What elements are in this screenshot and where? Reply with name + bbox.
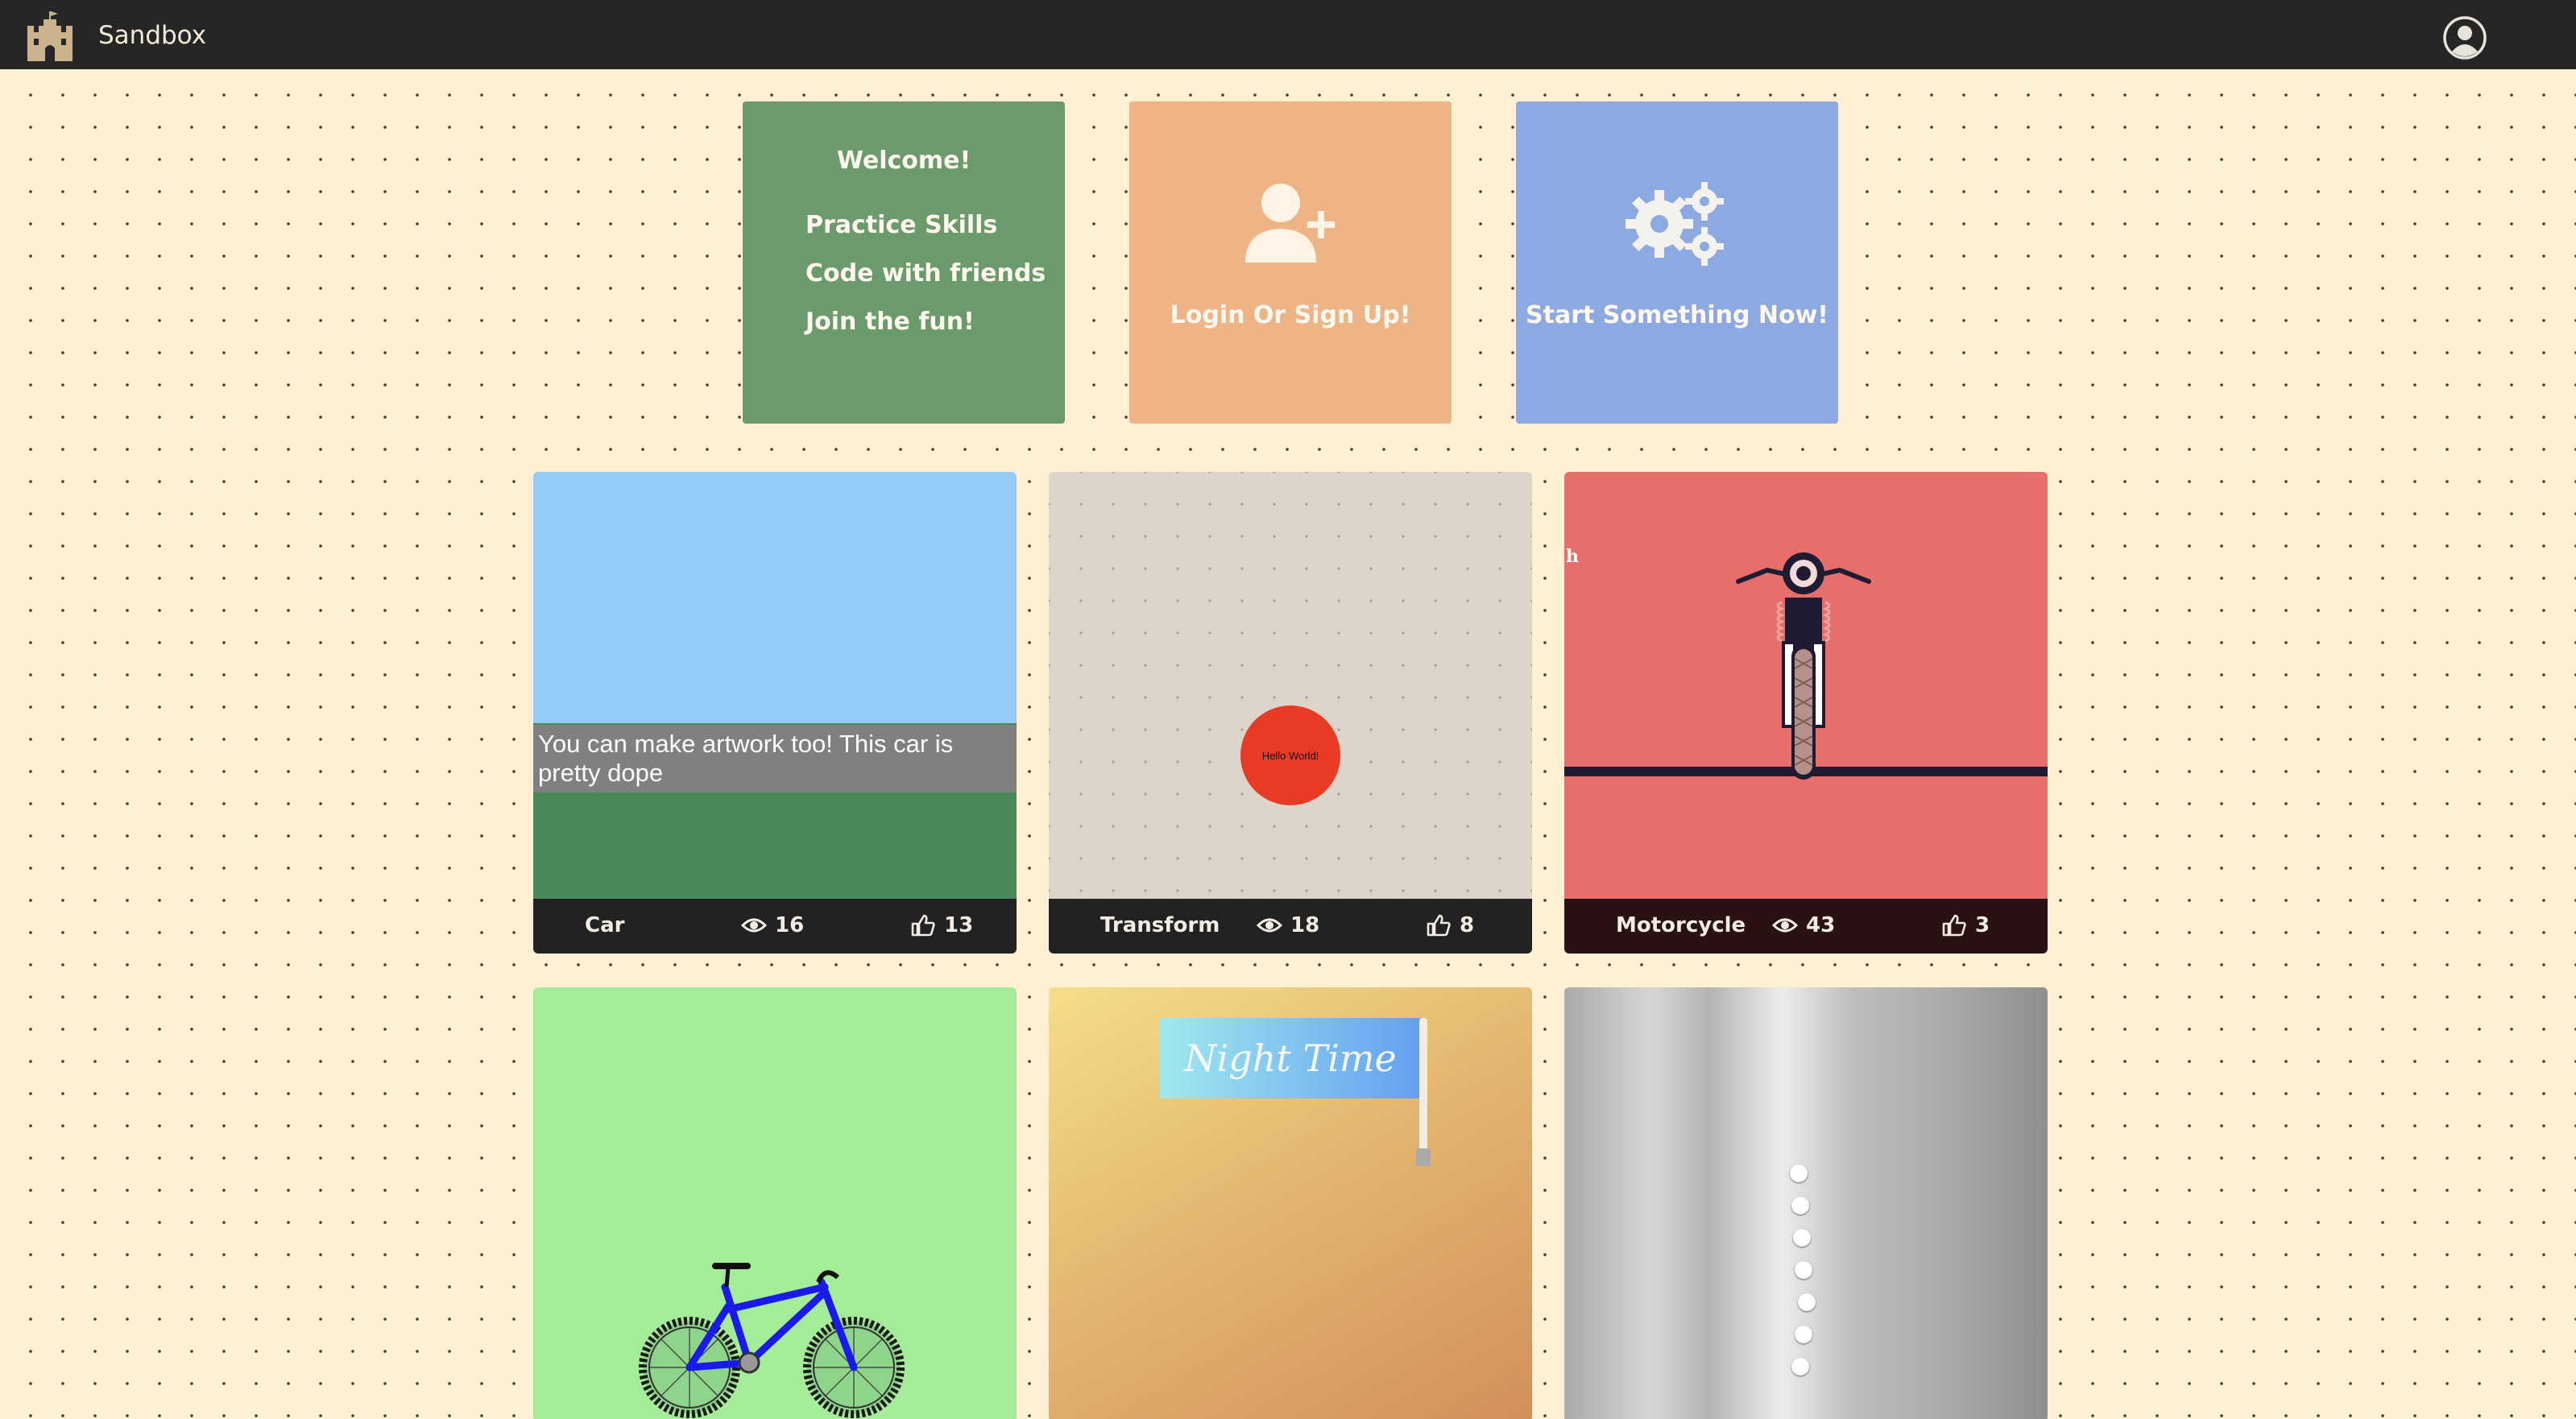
view-count-value: 18 [1290, 913, 1320, 937]
transform-preview: Hello World! [1049, 472, 1532, 899]
welcome-item: Practice Skills [806, 211, 998, 239]
night-time-banner: Night Time [1160, 1018, 1421, 1098]
like-count-value: 13 [944, 913, 974, 937]
banner-pole-tip [1416, 1148, 1431, 1166]
thumbs-up-icon[interactable] [1941, 914, 1967, 937]
card-title[interactable]: Transform [1100, 913, 1220, 937]
project-card-night-time[interactable]: Night Time [1049, 987, 1532, 1419]
project-card-bicycle[interactable] [533, 987, 1017, 1419]
hello-circle: Hello World! [1240, 705, 1340, 805]
view-count: 16 [741, 913, 804, 937]
night-time-banner-text: Night Time [1184, 1036, 1397, 1080]
eye-icon [1257, 918, 1282, 933]
view-count: 43 [1772, 913, 1835, 937]
like-count-value: 3 [1975, 913, 1990, 937]
preview-stray-text: h [1566, 546, 1579, 567]
thumbs-up-icon[interactable] [910, 914, 936, 937]
view-count-value: 43 [1806, 913, 1836, 937]
motorcycle-preview: h [1564, 472, 2048, 899]
like-count[interactable]: 3 [1941, 913, 1990, 937]
project-card-steel[interactable] [1564, 987, 2048, 1419]
project-card-motorcycle[interactable]: h Motorcycle 43 3 [1564, 472, 2048, 954]
welcome-tile: Welcome! Practice Skills Code with frien… [743, 101, 1065, 424]
gears-icon [1626, 182, 1724, 266]
welcome-title: Welcome! [836, 147, 971, 175]
login-signup-label: Login Or Sign Up! [1170, 301, 1411, 329]
top-nav-bar: Sandbox [0, 0, 2576, 69]
motorcycle-illustration [1736, 552, 1871, 780]
eye-icon [1772, 918, 1798, 933]
like-count-value: 8 [1460, 913, 1475, 937]
card-footer: Motorcycle 43 3 [1564, 899, 2048, 954]
view-count: 18 [1257, 913, 1319, 937]
view-count-value: 16 [775, 913, 805, 937]
add-user-icon [1245, 184, 1335, 263]
start-something-tile[interactable]: Start Something Now! [1516, 101, 1838, 424]
card-title[interactable]: Car [585, 913, 624, 937]
card-footer: Transform 18 8 [1049, 899, 1532, 954]
bicycle-illustration [639, 1263, 905, 1418]
user-circle-icon[interactable] [2443, 16, 2487, 60]
like-count[interactable]: 8 [1426, 913, 1474, 937]
welcome-item: Code with friends [806, 259, 1046, 288]
thumbs-up-icon[interactable] [1426, 914, 1452, 937]
eye-icon [741, 918, 767, 933]
hello-circle-text: Hello World! [1261, 749, 1319, 762]
banner-pole [1419, 1018, 1427, 1163]
welcome-list: Practice Skills Code with friends Join t… [806, 211, 1046, 356]
card-title[interactable]: Motorcycle [1616, 913, 1746, 937]
project-card-car[interactable]: You can make artwork too! This car is pr… [533, 472, 1017, 954]
login-signup-tile[interactable]: Login Or Sign Up! [1129, 101, 1452, 424]
welcome-item: Join the fun! [806, 308, 975, 336]
card-footer: Car 16 13 [533, 899, 1017, 954]
car-preview: You can make artwork too! This car is pr… [533, 472, 1017, 899]
project-card-transform[interactable]: Hello World! Transform 18 8 [1049, 472, 1532, 954]
app-name[interactable]: Sandbox [98, 21, 206, 50]
start-something-label: Start Something Now! [1526, 301, 1828, 329]
car-preview-caption: You can make artwork too! This car is pr… [533, 725, 1017, 792]
like-count[interactable]: 13 [910, 913, 973, 937]
castle-icon[interactable] [24, 11, 76, 61]
